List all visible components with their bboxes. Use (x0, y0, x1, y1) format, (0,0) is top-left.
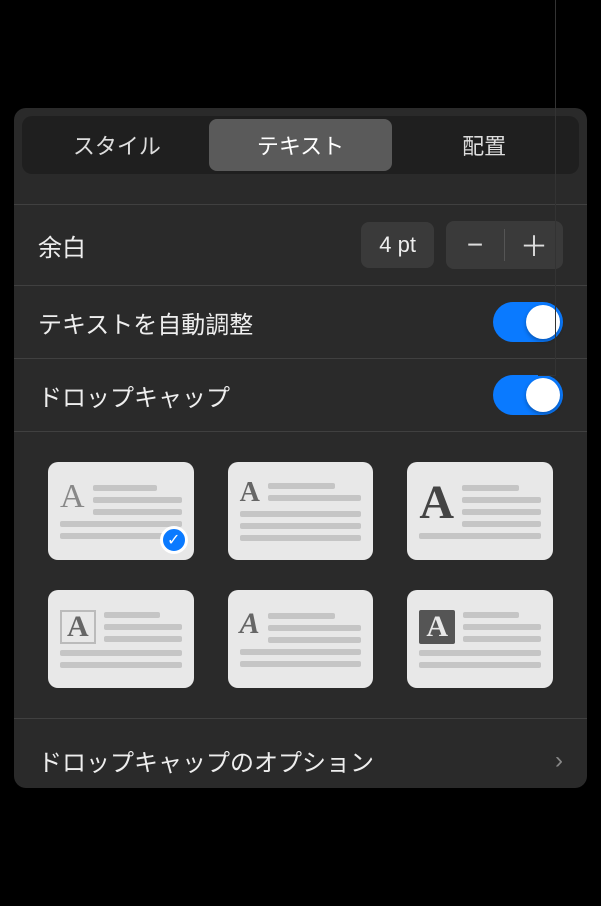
dropcap-letter-icon: A (60, 610, 96, 644)
dropcap-letter-icon: A (60, 483, 85, 512)
text-line-icon (104, 612, 160, 618)
dropcap-style-6[interactable]: A (407, 590, 553, 688)
chevron-right-icon: › (555, 747, 563, 775)
text-line-icon (104, 624, 182, 630)
text-line-icon (268, 625, 362, 631)
text-line-icon (240, 511, 362, 517)
margin-value[interactable]: 4 pt (361, 222, 434, 268)
dropcap-options-button[interactable]: ドロップキャップのオプション › (14, 718, 587, 788)
text-line-icon (240, 661, 362, 667)
text-line-icon (60, 521, 182, 527)
text-line-icon (463, 636, 541, 642)
text-line-icon (419, 650, 541, 656)
dropcap-options-label: ドロップキャップのオプション (38, 743, 555, 778)
margin-label: 余白 (38, 228, 361, 263)
text-line-icon (240, 649, 362, 655)
text-line-icon (268, 483, 335, 489)
text-line-icon (462, 485, 519, 491)
text-line-icon (463, 612, 519, 618)
dropcap-letter-icon: A (419, 610, 455, 644)
text-line-icon (268, 613, 335, 619)
tab-text[interactable]: テキスト (209, 119, 393, 171)
autofit-label: テキストを自動調整 (38, 305, 493, 340)
dropcap-style-4[interactable]: A (48, 590, 194, 688)
dropcap-letter-icon: A (419, 483, 454, 524)
text-line-icon (462, 509, 541, 515)
dropcap-style-1[interactable]: A ✓ (48, 462, 194, 560)
tab-bar: スタイル テキスト 配置 (22, 116, 579, 174)
tab-style[interactable]: スタイル (25, 119, 209, 171)
text-line-icon (268, 495, 361, 501)
dropcap-style-grid: A ✓ A (14, 432, 587, 708)
text-line-icon (268, 637, 362, 643)
dropcap-label: ドロップキャップ (38, 378, 493, 413)
dropcap-row: ドロップキャップ (14, 359, 587, 432)
text-line-icon (462, 497, 541, 503)
text-line-icon (104, 636, 182, 642)
text-line-icon (93, 485, 157, 491)
text-line-icon (419, 662, 541, 668)
text-format-panel: スタイル テキスト 配置 余白 4 pt − ＋ テキストを自動調整 ドロップキ… (14, 108, 587, 788)
text-line-icon (462, 521, 541, 527)
text-line-icon (93, 497, 182, 503)
autofit-row: テキストを自動調整 (14, 286, 587, 359)
callout-line (555, 0, 556, 376)
text-line-icon (60, 662, 182, 668)
autofit-toggle[interactable] (493, 302, 563, 342)
margin-decrease-button[interactable]: − (446, 221, 504, 269)
margin-row: 余白 4 pt − ＋ (14, 205, 587, 286)
text-line-icon (60, 650, 182, 656)
margin-stepper: − ＋ (446, 221, 563, 269)
tab-layout[interactable]: 配置 (392, 119, 576, 171)
text-line-icon (93, 509, 182, 515)
dropcap-style-5[interactable]: A (228, 590, 374, 688)
dropcap-style-2[interactable]: A (228, 462, 374, 560)
text-line-icon (419, 533, 541, 539)
dropcap-toggle[interactable] (493, 375, 563, 415)
dropcap-letter-icon: A (240, 611, 260, 637)
text-line-icon (463, 624, 541, 630)
dropcap-letter-icon: A (240, 481, 260, 505)
selected-check-icon: ✓ (160, 526, 188, 554)
text-line-icon (240, 535, 362, 541)
dropcap-style-3[interactable]: A (407, 462, 553, 560)
text-line-icon (240, 523, 362, 529)
